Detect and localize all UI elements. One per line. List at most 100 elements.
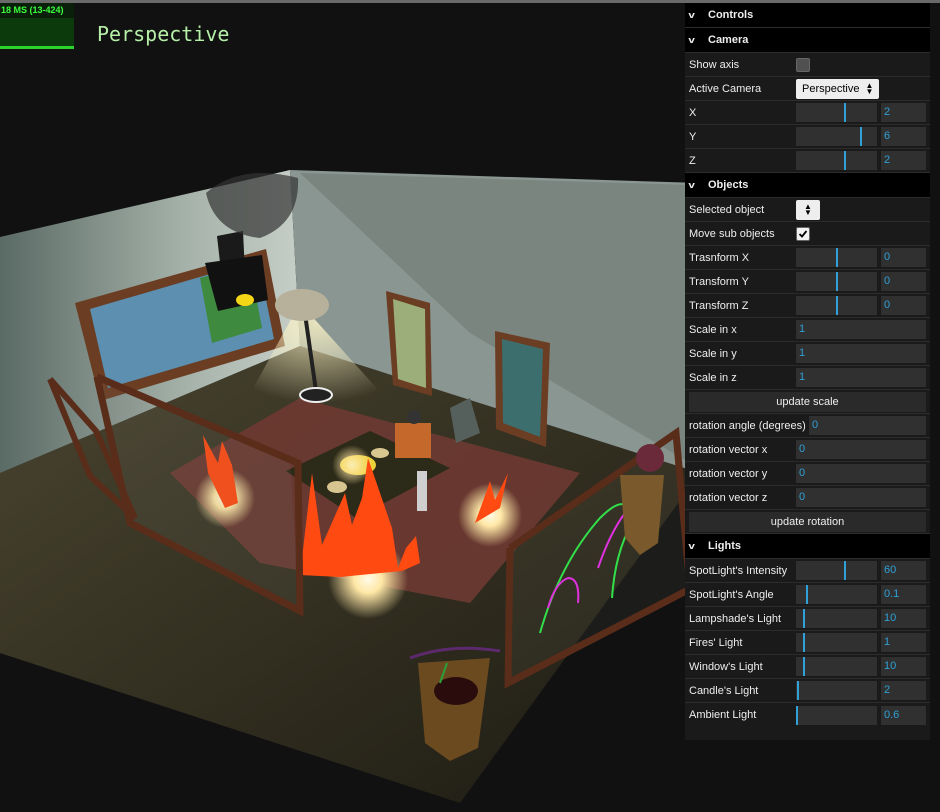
row-update-rotation: update rotation [685, 510, 930, 534]
row-scale-y: Scale in y 1 [685, 342, 930, 366]
scale-x-label: Scale in x [689, 323, 737, 336]
lampshade-light-label: Lampshade's Light [689, 612, 781, 625]
selected-object-select[interactable]: ▲ ▼ [796, 199, 820, 220]
active-camera-label: Active Camera [689, 82, 762, 95]
folder-lights[interactable]: v Lights [685, 534, 930, 559]
camera-z-input[interactable]: 2 [881, 151, 926, 170]
rotation-vector-x-label: rotation vector x [689, 443, 768, 456]
row-rotation-vector-z: rotation vector z 0 [685, 486, 930, 510]
row-update-scale: update scale [685, 390, 930, 414]
folder-camera-title: Camera [708, 33, 749, 46]
transform-y-slider[interactable] [796, 272, 877, 291]
row-rotation-angle: rotation angle (degrees) 0 [685, 414, 930, 438]
scale-z-input[interactable]: 1 [796, 368, 926, 387]
active-camera-value: Perspective [802, 82, 860, 95]
scale-x-input[interactable]: 1 [796, 320, 926, 339]
transform-y-label: Transform Y [689, 275, 749, 288]
select-arrows-icon: ▲ ▼ [865, 80, 874, 96]
folder-lights-title: Lights [708, 539, 741, 552]
fires-light-slider[interactable] [796, 633, 877, 652]
selected-object-label: Selected object [689, 203, 765, 216]
move-sub-objects-checkbox[interactable] [796, 226, 810, 241]
transform-x-slider[interactable] [796, 248, 877, 267]
row-candle-light: Candle's Light 2 [685, 679, 930, 703]
row-spotlight-intensity: SpotLight's Intensity 60 [685, 559, 930, 583]
row-ambient-light: Ambient Light 0.6 [685, 703, 930, 727]
folder-objects[interactable]: v Objects [685, 173, 930, 198]
scale-z-label: Scale in z [689, 371, 737, 384]
row-scale-x: Scale in x 1 [685, 318, 930, 342]
camera-z-label: Z [689, 154, 696, 167]
row-camera-z: Z 2 [685, 149, 930, 173]
update-scale-button[interactable]: update scale [689, 391, 926, 412]
row-window-light: Window's Light 10 [685, 655, 930, 679]
chevron-down-icon: v [688, 9, 695, 20]
transform-x-label: Trasnform X [689, 251, 750, 264]
chevron-down-icon: v [688, 34, 695, 45]
candle-light-input[interactable]: 2 [881, 681, 926, 700]
rotation-vector-y-label: rotation vector y [689, 467, 768, 480]
scale-y-input[interactable]: 1 [796, 344, 926, 363]
ambient-light-label: Ambient Light [689, 709, 757, 721]
spotlight-angle-label: SpotLight's Angle [689, 588, 774, 601]
stats-graph [0, 18, 74, 49]
rotation-vector-x-input[interactable]: 0 [796, 440, 926, 459]
fires-light-input[interactable]: 1 [881, 633, 926, 652]
rotation-vector-z-label: rotation vector z [689, 491, 768, 504]
spotlight-angle-input[interactable]: 0.1 [881, 585, 926, 604]
window-light-label: Window's Light [689, 660, 763, 673]
camera-x-slider[interactable] [796, 103, 877, 122]
select-arrows-icon: ▲ ▼ [804, 201, 812, 217]
folder-objects-title: Objects [708, 178, 749, 191]
row-scale-z: Scale in z 1 [685, 366, 930, 390]
fps-stats-panel[interactable]: 18 MS (13-424) [0, 3, 74, 49]
camera-view-label: Perspective [97, 22, 230, 46]
transform-z-input[interactable]: 0 [881, 296, 926, 315]
rotation-angle-label: rotation angle (degrees) [689, 419, 806, 432]
camera-x-input[interactable]: 2 [881, 103, 926, 122]
transform-z-label: Transform Z [689, 299, 749, 312]
row-transform-y: Transform Y 0 [685, 270, 930, 294]
candle-light-label: Candle's Light [689, 684, 759, 697]
spotlight-intensity-input[interactable]: 60 [881, 561, 926, 580]
transform-y-input[interactable]: 0 [881, 272, 926, 291]
row-lampshade-light: Lampshade's Light 10 [685, 607, 930, 631]
ambient-light-slider[interactable] [796, 705, 877, 725]
lampshade-light-slider[interactable] [796, 609, 877, 628]
camera-y-input[interactable]: 6 [881, 127, 926, 146]
camera-z-slider[interactable] [796, 151, 877, 170]
candle-light-slider[interactable] [796, 681, 877, 700]
row-transform-z: Transform Z 0 [685, 294, 930, 318]
camera-x-label: X [689, 106, 697, 119]
camera-y-label: Y [689, 130, 697, 143]
folder-controls[interactable]: v Controls [685, 3, 930, 28]
update-rotation-button[interactable]: update rotation [689, 511, 926, 532]
spotlight-intensity-label: SpotLight's Intensity [689, 564, 788, 577]
folder-camera[interactable]: v Camera [685, 28, 930, 53]
control-panel: v Controls v Camera Show axis Active Cam… [685, 3, 930, 740]
row-rotation-vector-y: rotation vector y 0 [685, 462, 930, 486]
window-light-slider[interactable] [796, 657, 877, 676]
row-rotation-vector-x: rotation vector x 0 [685, 438, 930, 462]
spotlight-angle-slider[interactable] [796, 585, 877, 604]
row-show-axis: Show axis [685, 53, 930, 77]
row-move-sub-objects: Move sub objects [685, 222, 930, 246]
row-camera-x: X 2 [685, 101, 930, 125]
show-axis-checkbox[interactable] [796, 57, 810, 72]
row-active-camera: Active Camera Perspective ▲ ▼ [685, 77, 930, 101]
rotation-angle-input[interactable]: 0 [809, 416, 926, 435]
row-spotlight-angle: SpotLight's Angle 0.1 [685, 583, 930, 607]
rotation-vector-y-input[interactable]: 0 [796, 464, 926, 483]
active-camera-select[interactable]: Perspective ▲ ▼ [796, 78, 880, 99]
transform-z-slider[interactable] [796, 296, 877, 315]
rotation-vector-z-input[interactable]: 0 [796, 488, 926, 507]
chevron-down-icon: v [688, 540, 695, 551]
row-transform-x: Trasnform X 0 [685, 246, 930, 270]
camera-y-slider[interactable] [796, 127, 877, 146]
lampshade-light-input[interactable]: 10 [881, 609, 926, 628]
spotlight-intensity-slider[interactable] [796, 561, 877, 580]
transform-x-input[interactable]: 0 [881, 248, 926, 267]
scale-y-label: Scale in y [689, 347, 737, 360]
window-light-input[interactable]: 10 [881, 657, 926, 676]
ambient-light-input[interactable]: 0.6 [881, 705, 926, 725]
